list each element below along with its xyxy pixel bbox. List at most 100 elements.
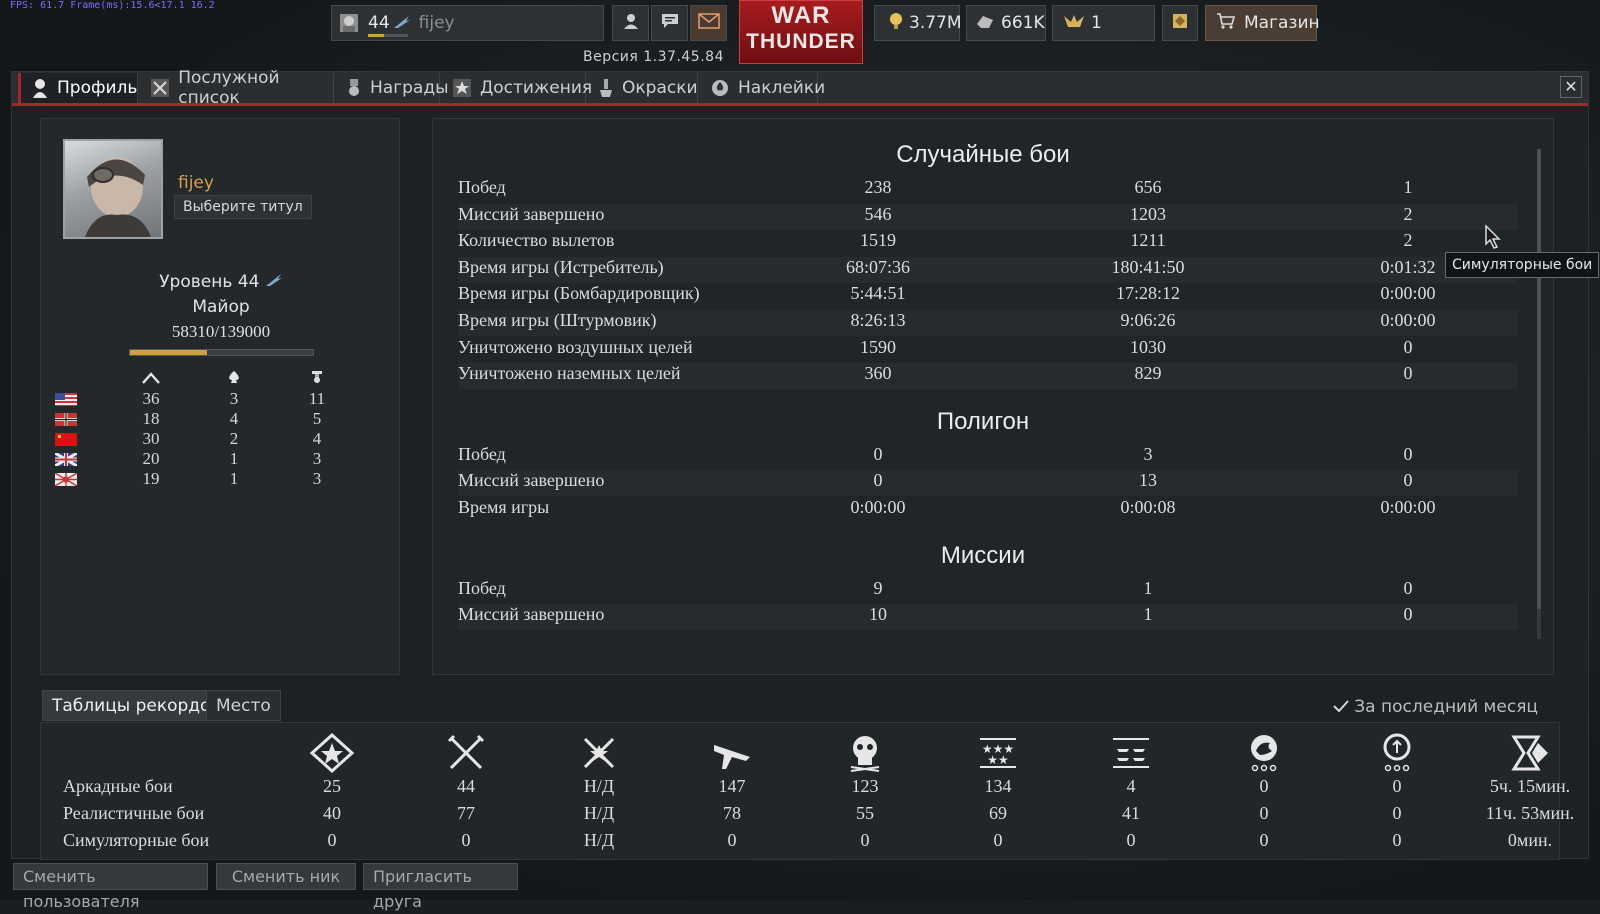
simulator-tooltip: Симуляторные бои	[1445, 252, 1600, 278]
missions-icon	[442, 731, 490, 775]
pilot-portrait-icon	[85, 157, 151, 237]
friends-button[interactable]	[612, 5, 649, 41]
stat-arcade: 1519	[860, 230, 896, 251]
stats-row: Миссий завершено 0 13 0	[458, 470, 1518, 496]
air-kills-icon	[708, 731, 756, 775]
medal-icon	[346, 78, 362, 98]
avatar[interactable]	[63, 139, 163, 239]
country-stat-a: 19	[142, 469, 160, 488]
usa-flag	[55, 392, 77, 406]
britain-flag	[54, 451, 78, 467]
player-avatar-icon[interactable]	[332, 6, 366, 40]
spade-icon	[199, 369, 269, 389]
switch-user-button[interactable]: Сменить пользователя	[13, 863, 208, 911]
stat-simulator: 0	[1403, 470, 1413, 491]
premium-button[interactable]	[1162, 5, 1198, 41]
leaderboard-value: 0	[1392, 803, 1402, 823]
stats-row: Время игры (Штурмовик) 8:26:13 9:06:26 0:00…	[458, 310, 1518, 336]
leaderboard-value: Н/Д	[583, 830, 615, 850]
stat-realistic: 1	[1143, 604, 1153, 625]
rank-text: Майор	[192, 297, 250, 317]
stat-realistic: 9:06:26	[1120, 310, 1176, 330]
stat-realistic: 17:28:12	[1115, 283, 1180, 304]
leaderboard-value: 25	[323, 776, 341, 796]
chat-button[interactable]	[651, 5, 688, 41]
player-bar[interactable]: 44 fijey	[331, 5, 604, 41]
tab-achievements[interactable]: Достижения	[442, 73, 592, 103]
chat-icon	[660, 12, 680, 34]
stat-arcade: 8:26:13	[850, 310, 906, 330]
tab-service-record[interactable]: Послужной список	[140, 68, 334, 108]
stat-arcade: 0:00:00	[850, 497, 906, 517]
stat-arcade: 0	[873, 443, 883, 464]
silver-lions-counter[interactable]: 3.77M	[874, 5, 962, 41]
stat-label: Уничтожено наземных целей	[458, 363, 681, 384]
section-title: Случайные бои	[896, 141, 1070, 168]
paint-icon	[598, 78, 614, 98]
leaderboard-value: 40	[323, 803, 341, 823]
leaderboard-value: 123	[851, 776, 879, 796]
stat-simulator: 2	[1403, 230, 1413, 251]
leaderboard-value: 0	[327, 830, 337, 850]
stat-arcade: 5:44:51	[850, 283, 906, 304]
tab-leaderboards[interactable]: Таблицы рекордов	[42, 690, 231, 721]
crossed-swords-icon	[150, 78, 170, 98]
stat-label: Время игры (Штурмовик)	[458, 310, 657, 330]
tab-position[interactable]: Место	[206, 690, 281, 721]
tab-camouflages[interactable]: Окраски	[588, 73, 698, 103]
leaderboard-value: 0	[1392, 830, 1402, 850]
period-filter[interactable]: За последний месяц	[1333, 697, 1538, 717]
tab-profile[interactable]: Профиль	[18, 73, 138, 103]
japan-flag	[54, 471, 78, 487]
shop-button[interactable]: Магазин	[1205, 5, 1320, 41]
leaderboard-value: 134	[984, 776, 1012, 796]
stat-simulator: 0:00:00	[1380, 283, 1436, 304]
stat-label: Количество вылетов	[458, 230, 615, 251]
premium-icon	[1171, 12, 1189, 34]
leaderboard-value: 147	[718, 776, 746, 796]
tab-awards[interactable]: Награды	[336, 73, 449, 103]
stat-realistic: 1030	[1130, 336, 1166, 357]
stat-arcade: 0	[873, 470, 883, 491]
profile-panel: fijey Выберите титул Уровень 44 Майор 58…	[40, 118, 400, 675]
choose-title-button[interactable]: Выберите титул	[174, 195, 312, 219]
stat-arcade: 1590	[860, 336, 896, 357]
country-stat-c: 3	[312, 469, 322, 488]
stat-arcade: 9	[873, 577, 883, 598]
leaderboard-value: 44	[457, 776, 475, 796]
country-stat-b: 1	[229, 469, 239, 488]
tab-bar: Профиль Послужной список Награды Достиже…	[12, 68, 1588, 108]
country-stat-c: 5	[312, 409, 322, 428]
lion-icon	[1240, 731, 1288, 775]
xp-text: 58310/139000	[171, 322, 271, 341]
stat-simulator: 0	[1403, 363, 1413, 384]
change-nick-button[interactable]: Сменить ник	[216, 863, 356, 890]
svg-text:★★: ★★	[987, 753, 1009, 767]
scrollbar-thumb[interactable]	[1537, 149, 1541, 609]
mail-button[interactable]	[690, 5, 727, 41]
leaderboard-row: Симуляторные бои 0 0 Н/Д 0 0 0 0 0 0 0мин.	[41, 830, 1561, 857]
country-rows: 36 3 11 18 4 5 30 2 4 20 1 3 19 1 3	[54, 389, 375, 489]
fps-counter: FPS: 61.7 Frame(ms):15.6<17.1 16.2	[10, 0, 215, 11]
research-points-value: 661K	[1001, 13, 1045, 33]
golden-eagles-counter[interactable]: 1	[1052, 5, 1155, 41]
rank-wings-icon	[393, 14, 411, 33]
level-line: Уровень 44	[41, 272, 401, 292]
xp-progress-fill	[130, 350, 207, 355]
leaderboard-value: 0мин.	[1507, 830, 1553, 850]
player-xp-bar	[368, 34, 408, 37]
checkmark-icon	[1333, 697, 1349, 717]
war-thunder-logo: WAR THUNDER	[739, 0, 863, 64]
germany-flag	[55, 412, 77, 426]
country-stats-header	[55, 369, 375, 389]
close-button[interactable]: ✕	[1560, 76, 1582, 98]
tab-decals[interactable]: Наклейки	[700, 73, 825, 103]
profile-name: fijey	[178, 173, 214, 193]
stat-label: Время игры (Бомбардировщик)	[458, 283, 700, 304]
stats-row: Время игры (Бомбардировщик) 5:44:51 17:28:…	[458, 283, 1518, 309]
stat-label: Миссий завершено	[458, 470, 605, 491]
stat-realistic: 829	[1134, 363, 1162, 384]
player-level: 44	[368, 13, 390, 33]
research-points-counter[interactable]: 661K	[966, 5, 1046, 41]
invite-friend-button[interactable]: Пригласить друга	[363, 863, 518, 911]
